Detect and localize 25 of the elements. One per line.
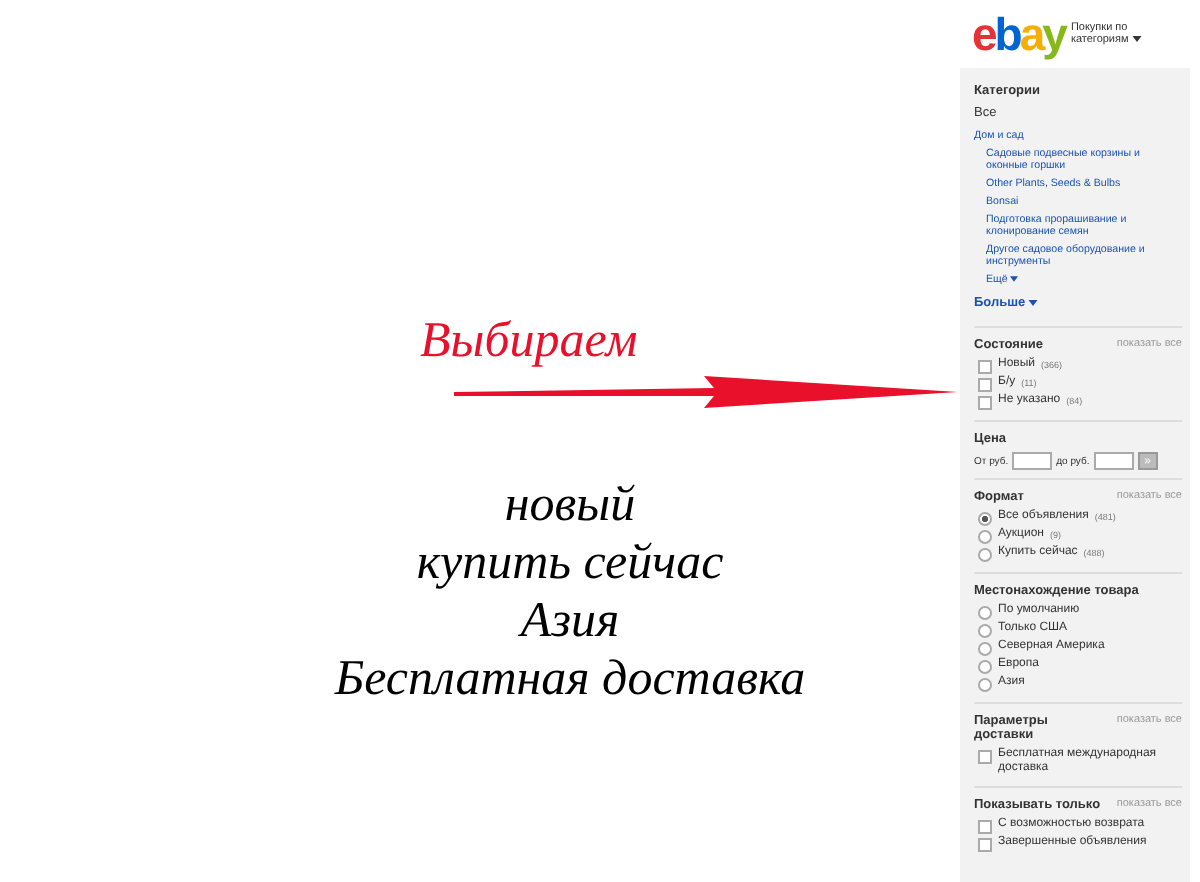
checkbox[interactable] bbox=[978, 820, 992, 834]
radio-button[interactable] bbox=[978, 606, 992, 620]
checkbox[interactable] bbox=[978, 360, 992, 374]
radio-button[interactable] bbox=[978, 660, 992, 674]
checkbox[interactable] bbox=[978, 396, 992, 410]
checkbox[interactable] bbox=[978, 750, 992, 764]
caret-icon bbox=[1010, 276, 1019, 283]
radio-button[interactable] bbox=[978, 624, 992, 638]
radio-button[interactable] bbox=[978, 678, 992, 692]
checkbox[interactable] bbox=[978, 378, 992, 392]
annotation-text: Азия bbox=[520, 592, 620, 650]
annotation-heading: Выбираем bbox=[420, 314, 638, 368]
caret-icon bbox=[1028, 299, 1039, 306]
radio-button[interactable] bbox=[978, 548, 992, 562]
logo[interactable]: ebay bbox=[972, 10, 1065, 58]
radio-button[interactable] bbox=[978, 642, 992, 656]
price-to-field[interactable] bbox=[1093, 452, 1134, 470]
caret-icon bbox=[1131, 36, 1142, 43]
annotation-text: купить сейчас bbox=[416, 534, 724, 592]
checkbox[interactable] bbox=[978, 838, 992, 852]
annotation-text: новый bbox=[504, 476, 636, 534]
radio-button[interactable] bbox=[978, 530, 992, 544]
radio-button[interactable] bbox=[978, 512, 992, 526]
annotation-text: Бесплатная доставка bbox=[334, 650, 806, 708]
price-from-field[interactable] bbox=[1012, 452, 1053, 470]
